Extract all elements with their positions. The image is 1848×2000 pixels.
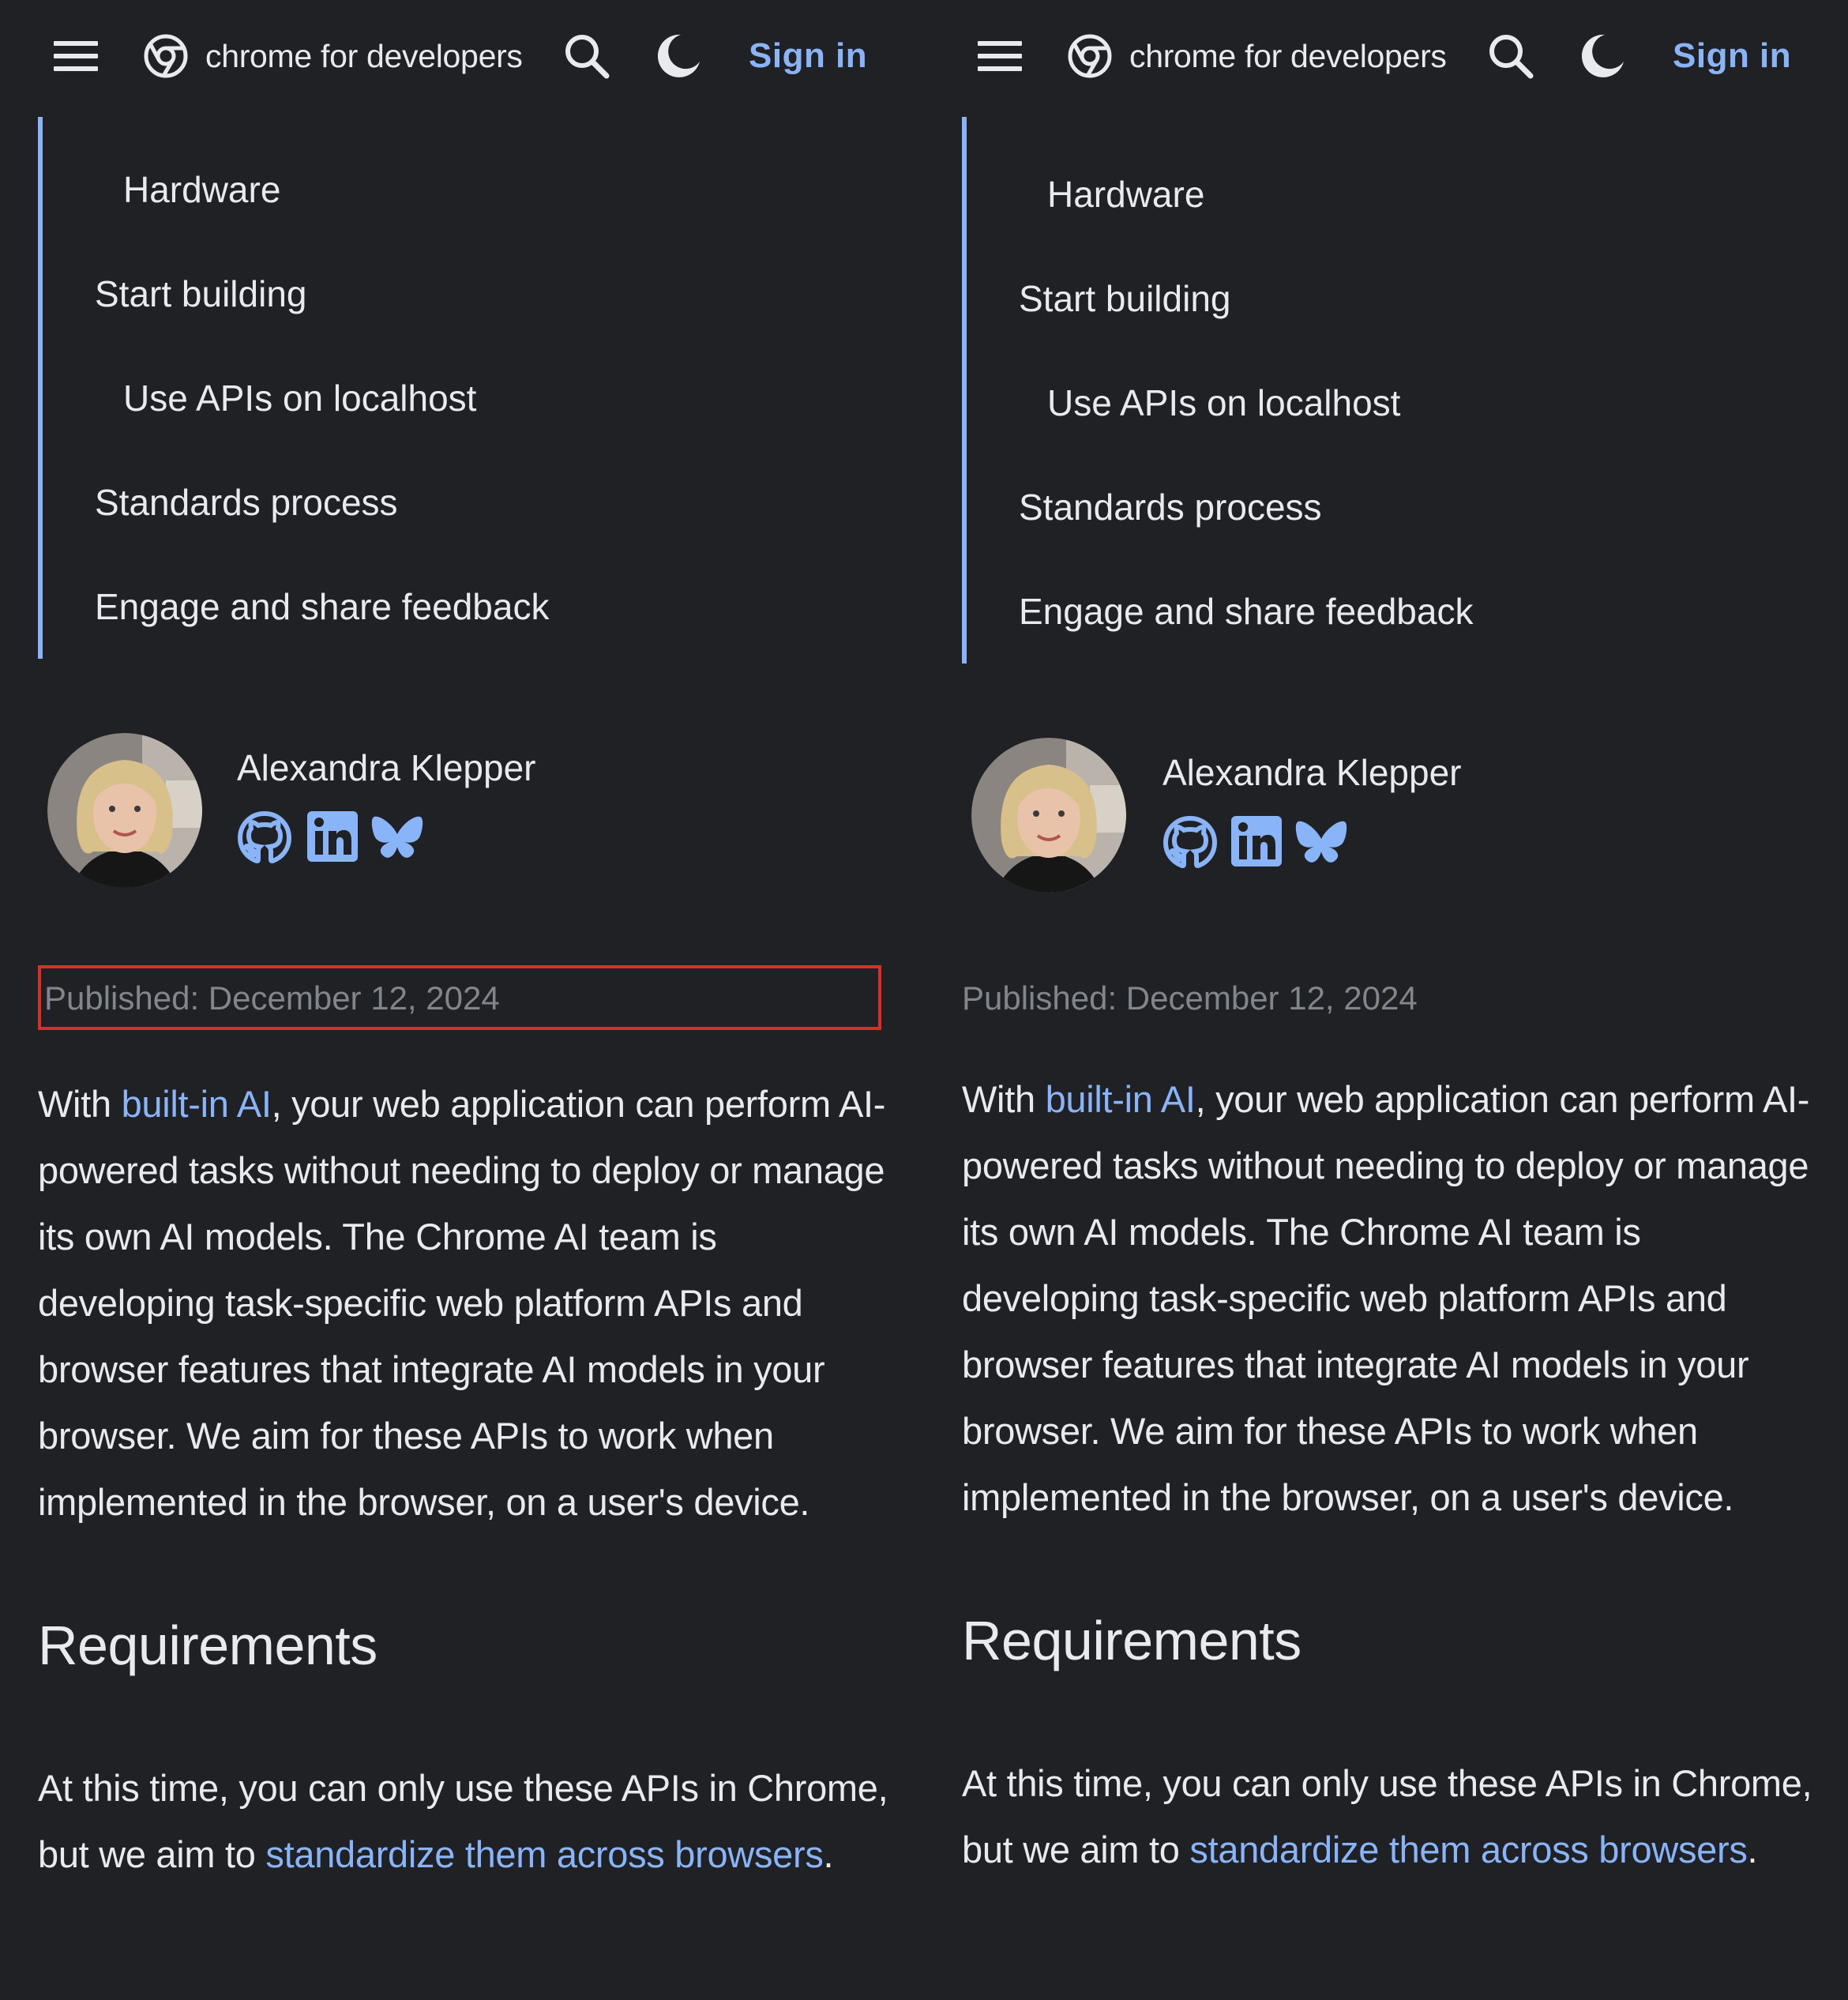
intro-text-start: With	[38, 1083, 122, 1125]
dark-theme-icon[interactable]	[652, 30, 704, 82]
requirements-paragraph: At this time, you can only use these API…	[962, 1750, 1823, 1883]
brand-name: chrome for developers	[205, 37, 523, 74]
built-in-ai-link[interactable]: built-in AI	[122, 1083, 272, 1125]
standardize-link[interactable]: standardize them across browsers	[1189, 1829, 1747, 1870]
brand-home-link[interactable]: chrome for developers	[1068, 32, 1447, 81]
avatar	[971, 738, 1126, 893]
dark-theme-icon[interactable]	[1576, 30, 1628, 82]
search-icon[interactable]	[562, 32, 611, 81]
toc-item-start-building[interactable]: Start building	[95, 270, 307, 318]
toc-item-hardware[interactable]: Hardware	[123, 166, 280, 213]
search-icon[interactable]	[1486, 32, 1535, 81]
toc-item-standards-process[interactable]: Standards process	[1019, 483, 1322, 531]
requirements-heading: Requirements	[38, 1615, 377, 1676]
linkedin-icon[interactable]	[1229, 814, 1284, 869]
intro-text-rest: , your web application can perform AI-po…	[962, 1078, 1810, 1518]
avatar	[47, 733, 202, 888]
published-date: Published: December 12, 2024	[44, 979, 500, 1017]
top-app-bar: chrome for developers Sign in	[924, 0, 1848, 112]
toc-indicator-bar	[962, 117, 967, 664]
chrome-logo-icon	[1068, 34, 1112, 78]
requirements-heading: Requirements	[962, 1610, 1301, 1671]
intro-paragraph: With built-in AI, your web application c…	[38, 1071, 899, 1536]
comparison-screenshot: chrome for developers Sign in Hardware S…	[0, 0, 1848, 2000]
toc-item-engage-feedback[interactable]: Engage and share feedback	[95, 583, 549, 630]
author-name: Alexandra Klepper	[1163, 752, 1462, 793]
intro-text-start: With	[962, 1078, 1046, 1120]
brand-name: chrome for developers	[1129, 37, 1447, 74]
requirements-text-end: .	[823, 1833, 834, 1875]
intro-paragraph: With built-in AI, your web application c…	[962, 1066, 1823, 1531]
toc-indicator-bar	[38, 117, 43, 659]
requirements-text-end: .	[1747, 1829, 1758, 1870]
github-icon[interactable]	[237, 810, 292, 866]
toc-item-hardware[interactable]: Hardware	[1047, 171, 1204, 218]
toc-item-use-apis-on-localhost[interactable]: Use APIs on localhost	[123, 374, 476, 422]
menu-icon[interactable]	[47, 36, 104, 76]
bluesky-icon[interactable]	[370, 810, 425, 866]
built-in-ai-link[interactable]: built-in AI	[1046, 1078, 1196, 1120]
published-date: Published: December 12, 2024	[962, 979, 1418, 1017]
toc-item-standards-process[interactable]: Standards process	[95, 479, 398, 526]
sign-in-link[interactable]: Sign in	[1673, 30, 1791, 82]
brand-home-link[interactable]: chrome for developers	[144, 32, 523, 81]
author-name: Alexandra Klepper	[237, 747, 536, 788]
left-page-view: chrome for developers Sign in Hardware S…	[0, 0, 924, 2000]
menu-icon[interactable]	[971, 36, 1028, 76]
linkedin-icon[interactable]	[305, 809, 360, 864]
chrome-logo-icon	[144, 34, 188, 78]
requirements-paragraph: At this time, you can only use these API…	[38, 1755, 899, 1888]
intro-text-rest: , your web application can perform AI-po…	[38, 1083, 886, 1523]
sign-in-link[interactable]: Sign in	[749, 30, 867, 82]
right-page-view: chrome for developers Sign in Hardware S…	[924, 0, 1848, 2000]
standardize-link[interactable]: standardize them across browsers	[265, 1833, 823, 1875]
toc-item-start-building[interactable]: Start building	[1019, 275, 1231, 322]
bluesky-icon[interactable]	[1294, 815, 1349, 870]
toc-item-use-apis-on-localhost[interactable]: Use APIs on localhost	[1047, 379, 1400, 427]
toc-item-engage-feedback[interactable]: Engage and share feedback	[1019, 588, 1473, 635]
github-icon[interactable]	[1163, 815, 1218, 870]
top-app-bar: chrome for developers Sign in	[0, 0, 924, 112]
